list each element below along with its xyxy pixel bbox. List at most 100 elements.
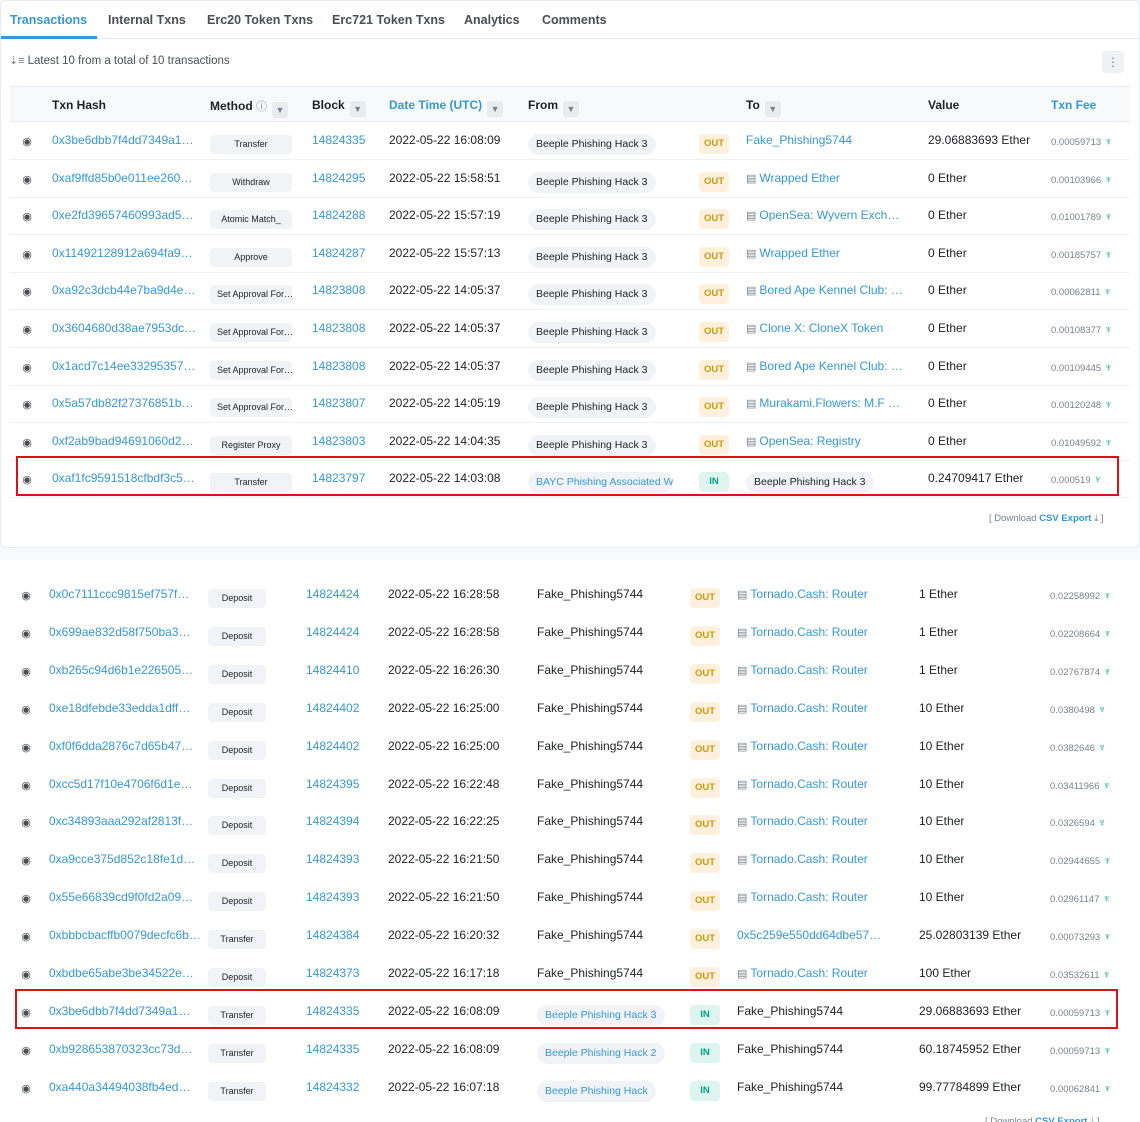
gas-icon[interactable]: ♆ [1103,780,1111,792]
filter-icon[interactable]: ▼ [764,101,781,117]
gas-icon[interactable]: ♆ [1103,931,1111,943]
block-link[interactable]: 14824393 [306,852,359,866]
gas-icon[interactable]: ♆ [1104,362,1112,374]
block-link[interactable]: 14824384 [306,928,359,942]
gas-icon[interactable]: ♆ [1094,474,1102,486]
header-datetime[interactable]: Date Time (UTC) ▼ [389,98,504,117]
gas-icon[interactable]: ♆ [1103,893,1111,905]
eye-icon[interactable]: ◉ [20,473,34,486]
txn-hash-link[interactable]: 0xc34893aaa292af2813f… [49,814,199,828]
txn-hash-link[interactable]: 0xf2ab9bad94691060d2… [52,434,202,448]
to-address-link[interactable]: ▤ Tornado.Cash: Router [737,852,868,866]
txn-hash-link[interactable]: 0xa440a34494038fb4ed… [49,1080,199,1094]
to-address-link[interactable]: ▤ Tornado.Cash: Router [737,663,868,677]
txn-hash-link[interactable]: 0x0c7111ccc9815ef757f… [49,587,199,601]
filter-icon[interactable]: ▼ [272,102,288,118]
to-address-link[interactable]: ▤ Clone X: CloneX Token [746,321,883,335]
gas-icon[interactable]: ♆ [1104,136,1112,148]
block-link[interactable]: 14824394 [306,814,359,828]
block-link[interactable]: 14823803 [312,434,365,448]
block-link[interactable]: 14824402 [306,701,359,715]
txn-hash-link[interactable]: 0xb265c94d6b1e226505… [49,663,199,677]
eye-icon[interactable]: ◉ [19,930,33,943]
txn-hash-link[interactable]: 0x5a57db82f27376851b… [52,396,202,410]
filter-icon[interactable]: ▼ [487,101,504,117]
gas-icon[interactable]: ♆ [1103,969,1111,981]
txn-hash-link[interactable]: 0x1acd7c14ee33295357… [52,359,202,373]
to-address-link[interactable]: ▤ Murakami.Flowers: M.F … [746,396,900,410]
txn-hash-link[interactable]: 0xf0f6dda2876c7d65b47… [49,739,199,753]
block-link[interactable]: 14824335 [312,133,365,147]
gas-icon[interactable]: ♆ [1104,286,1112,298]
tab-comments[interactable]: Comments [542,13,607,27]
gas-icon[interactable]: ♆ [1104,324,1112,336]
eye-icon[interactable]: ◉ [20,361,34,374]
block-link[interactable]: 14824287 [312,246,365,260]
gas-icon[interactable]: ♆ [1103,855,1111,867]
from-address-link[interactable]: Beeple Phishing Hack 3 [537,1004,665,1026]
txn-hash-link[interactable]: 0x11492128912a694fa9… [52,246,202,260]
block-link[interactable]: 14824424 [306,625,359,639]
eye-icon[interactable]: ◉ [20,323,34,336]
to-address-link[interactable]: ▤ Tornado.Cash: Router [737,814,868,828]
eye-icon[interactable]: ◉ [19,968,33,981]
block-link[interactable]: 14824295 [312,171,365,185]
txn-hash-link[interactable]: 0xcc5d17f10e4706f6d1e… [49,777,199,791]
gas-icon[interactable]: ♆ [1103,1083,1111,1095]
txn-hash-link[interactable]: 0x55e66839cd9f0fd2a09… [49,890,199,904]
gas-icon[interactable]: ♆ [1103,628,1111,640]
gas-icon[interactable]: ♆ [1098,742,1106,754]
tab-analytics[interactable]: Analytics [464,13,520,27]
eye-icon[interactable]: ◉ [20,436,34,449]
eye-icon[interactable]: ◉ [19,589,33,602]
txn-hash-link[interactable]: 0xe18dfebde33edda1dff… [49,701,199,715]
txn-hash-link[interactable]: 0x3604680d38ae7953dc… [52,321,202,335]
to-address-link[interactable]: ▤ Tornado.Cash: Router [737,587,868,601]
to-address-link[interactable]: ▤ Wrapped Ether [746,246,840,260]
txn-hash-link[interactable]: 0xbdbe65abe3be34522e… [49,966,199,980]
gas-icon[interactable]: ♆ [1104,174,1112,186]
tab-transactions[interactable]: Transactions [10,13,87,27]
eye-icon[interactable]: ◉ [20,173,34,186]
to-address-link[interactable]: ▤ Bored Ape Kennel Club: … [746,359,903,373]
to-address-link[interactable]: ▤ Tornado.Cash: Router [737,739,868,753]
block-link[interactable]: 14824393 [306,890,359,904]
txn-hash-link[interactable]: 0x3be6dbb7f4dd7349a1… [52,133,202,147]
eye-icon[interactable]: ◉ [20,248,34,261]
download-icon[interactable]: ⤓ [1094,513,1098,524]
block-link[interactable]: 14824373 [306,966,359,980]
eye-icon[interactable]: ◉ [19,854,33,867]
block-link[interactable]: 14823808 [312,359,365,373]
tab-erc20-token-txns[interactable]: Erc20 Token Txns [207,13,313,27]
gas-icon[interactable]: ♆ [1098,817,1106,829]
eye-icon[interactable]: ◉ [20,398,34,411]
filter-icon[interactable]: ▼ [349,101,366,117]
header-txn-fee[interactable]: Txn Fee [1051,98,1096,112]
tab-internal-txns[interactable]: Internal Txns [108,13,186,27]
block-link[interactable]: 14823808 [312,321,365,335]
filter-icon[interactable]: ▼ [563,101,579,117]
eye-icon[interactable]: ◉ [20,210,34,223]
eye-icon[interactable]: ◉ [19,816,33,829]
block-link[interactable]: 14823797 [312,471,365,485]
txn-hash-link[interactable]: 0xa92c3dcb44e7ba9d4e… [52,283,202,297]
gas-icon[interactable]: ♆ [1103,666,1111,678]
eye-icon[interactable]: ◉ [19,779,33,792]
eye-icon[interactable]: ◉ [19,703,33,716]
block-link[interactable]: 14824395 [306,777,359,791]
to-address-link[interactable]: ▤ Tornado.Cash: Router [737,777,868,791]
block-link[interactable]: 14824410 [306,663,359,677]
eye-icon[interactable]: ◉ [19,741,33,754]
more-options-icon[interactable]: ⋮ [1102,51,1124,73]
eye-icon[interactable]: ◉ [19,1082,33,1095]
to-address-link[interactable]: ▤ OpenSea: Registry [746,434,861,448]
to-address-link[interactable]: 0x5c259e550dd64dbe57… [737,928,881,942]
txn-hash-link[interactable]: 0x3be6dbb7f4dd7349a1… [49,1004,199,1018]
txn-hash-link[interactable]: 0xe2fd39657460993ad5… [52,208,202,222]
info-icon[interactable]: ⓘ [256,101,267,113]
from-address-link[interactable]: Beeple Phishing Hack [537,1080,656,1102]
gas-icon[interactable]: ♆ [1103,1007,1111,1019]
eye-icon[interactable]: ◉ [20,135,34,148]
eye-icon[interactable]: ◉ [20,285,34,298]
eye-icon[interactable]: ◉ [19,892,33,905]
